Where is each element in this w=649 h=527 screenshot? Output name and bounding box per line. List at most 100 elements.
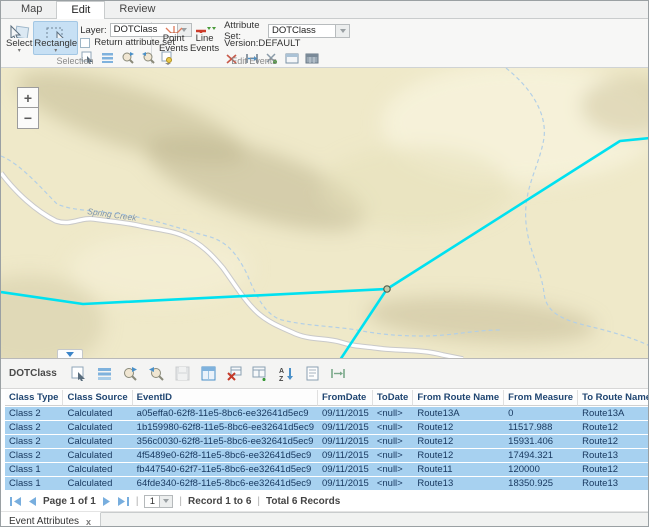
table-cell[interactable]: 09/11/2015 bbox=[318, 463, 373, 476]
table-row[interactable]: Class 2Calculateda05effa0-62f8-11e5-8bc6… bbox=[5, 407, 649, 420]
show-selected-icon[interactable] bbox=[96, 365, 113, 382]
column-header[interactable]: FromDate bbox=[318, 390, 373, 406]
table-cell[interactable]: Route12 bbox=[578, 435, 649, 448]
table-cell[interactable]: Class 2 bbox=[5, 407, 63, 420]
table-cell[interactable]: 356c0030-62f8-11e5-8bc6-ee32641d5ec9 bbox=[133, 435, 318, 448]
table-cell[interactable]: 15931.406 bbox=[504, 435, 578, 448]
table-cell[interactable]: <null> bbox=[373, 477, 414, 490]
table-cell[interactable]: Class 2 bbox=[5, 435, 63, 448]
table-cell[interactable]: Calculated bbox=[63, 463, 132, 476]
zoom-in-button[interactable]: + bbox=[17, 87, 39, 108]
delete-records-icon[interactable] bbox=[226, 365, 243, 382]
table-row[interactable]: Class 2Calculated4f5489e0-62f8-11e5-8bc6… bbox=[5, 449, 649, 462]
table-cell[interactable]: 1b159980-62f8-11e5-8bc6-ee32641d5ec9 bbox=[133, 421, 318, 434]
attribute-set-dropdown-button[interactable] bbox=[336, 24, 350, 38]
page-number-dropdown[interactable] bbox=[160, 495, 173, 508]
table-cell[interactable]: Calculated bbox=[63, 407, 132, 420]
table-cell[interactable]: 18350.925 bbox=[504, 477, 578, 490]
line-events-button[interactable]: Line Events bbox=[189, 21, 220, 55]
open-form-icon[interactable] bbox=[304, 365, 321, 382]
select-icon bbox=[7, 24, 31, 38]
table-cell[interactable]: 09/11/2015 bbox=[318, 435, 373, 448]
table-cell[interactable]: 17494.321 bbox=[504, 449, 578, 462]
table-cell[interactable]: 4f5489e0-62f8-11e5-8bc6-ee32641d5ec9 bbox=[133, 449, 318, 462]
column-header[interactable]: From Measure bbox=[504, 390, 578, 406]
table-cell[interactable]: <null> bbox=[373, 421, 414, 434]
table-cell[interactable]: 120000 bbox=[504, 463, 578, 476]
table-cell[interactable]: Calculated bbox=[63, 421, 132, 434]
column-header[interactable]: To Route Name bbox=[578, 390, 649, 406]
table-cell[interactable]: fb447540-62f7-11e5-8bc6-ee32641d5ec9 bbox=[133, 463, 318, 476]
table-cell[interactable]: <null> bbox=[373, 449, 414, 462]
column-header[interactable]: Class Type bbox=[5, 390, 63, 406]
table-cell[interactable]: Route12 bbox=[413, 449, 504, 462]
table-cell[interactable]: Route11 bbox=[413, 463, 504, 476]
rectangle-dropdown-caret[interactable]: ▾ bbox=[54, 49, 57, 54]
column-header[interactable]: Class Source bbox=[63, 390, 132, 406]
table-toolbar: DOTClass bbox=[1, 359, 648, 389]
zoom-to-selected-icon[interactable] bbox=[122, 365, 139, 382]
last-page-button[interactable] bbox=[117, 496, 130, 507]
sort-records-icon[interactable]: AZ bbox=[278, 365, 295, 382]
table-row[interactable]: Class 1Calculatedfb447540-62f7-11e5-8bc6… bbox=[5, 463, 649, 476]
table-cell[interactable]: 11517.988 bbox=[504, 421, 578, 434]
table-cell[interactable]: 0 bbox=[504, 407, 578, 420]
table-cell[interactable]: Route13A bbox=[413, 407, 504, 420]
table-cell[interactable]: 09/11/2015 bbox=[318, 477, 373, 490]
table-cell[interactable]: Class 2 bbox=[5, 449, 63, 462]
table-cell[interactable]: Route13 bbox=[578, 477, 649, 490]
table-cell[interactable]: <null> bbox=[373, 463, 414, 476]
return-attribute-set-checkbox[interactable] bbox=[80, 38, 90, 48]
table-row[interactable]: Class 1Calculated64fde340-62f8-11e5-8bc6… bbox=[5, 477, 649, 490]
table-row[interactable]: Class 2Calculated1b159980-62f8-11e5-8bc6… bbox=[5, 421, 649, 434]
table-cell[interactable]: Class 1 bbox=[5, 477, 63, 490]
column-header[interactable]: ToDate bbox=[373, 390, 414, 406]
table-cell[interactable]: 09/11/2015 bbox=[318, 407, 373, 420]
save-edits-icon[interactable] bbox=[174, 365, 191, 382]
measure-event-icon[interactable] bbox=[330, 365, 347, 382]
select-button[interactable]: Select ▾ bbox=[5, 21, 33, 55]
table-cell[interactable]: 09/11/2015 bbox=[318, 421, 373, 434]
table-cell[interactable]: Class 2 bbox=[5, 421, 63, 434]
table-cell[interactable]: Route13 bbox=[578, 449, 649, 462]
map-canvas[interactable]: Spring Creek + − bbox=[1, 68, 649, 359]
line-events-icon bbox=[192, 24, 218, 33]
attribute-set-combobox[interactable]: DOTClass bbox=[268, 24, 350, 38]
table-cell[interactable]: 64fde340-62f8-11e5-8bc6-ee32641d5ec9 bbox=[133, 477, 318, 490]
tab-event-attributes[interactable]: Event Attributes x bbox=[1, 512, 101, 527]
select-dropdown-caret[interactable]: ▾ bbox=[18, 49, 21, 54]
tab-edit[interactable]: Edit bbox=[56, 1, 105, 19]
panel-collapse-button[interactable] bbox=[57, 349, 83, 358]
pan-to-selected-icon[interactable] bbox=[148, 365, 165, 382]
previous-page-button[interactable] bbox=[28, 496, 37, 507]
table-cell[interactable]: a05effa0-62f8-11e5-8bc6-ee32641d5ec9 bbox=[133, 407, 318, 420]
table-cell[interactable]: Route12 bbox=[413, 435, 504, 448]
tab-map[interactable]: Map bbox=[7, 1, 56, 18]
table-cell[interactable]: Route13A bbox=[578, 407, 649, 420]
next-page-button[interactable] bbox=[102, 496, 111, 507]
column-header[interactable]: From Route Name bbox=[413, 390, 504, 406]
page-number-spinner[interactable]: 1 bbox=[144, 495, 173, 508]
point-events-button[interactable]: Point Events bbox=[158, 21, 189, 55]
table-cell[interactable]: 09/11/2015 bbox=[318, 449, 373, 462]
zoom-out-button[interactable]: − bbox=[17, 108, 39, 129]
table-cell[interactable]: Route13 bbox=[413, 477, 504, 490]
table-row[interactable]: Class 2Calculated356c0030-62f8-11e5-8bc6… bbox=[5, 435, 649, 448]
first-page-button[interactable] bbox=[9, 496, 22, 507]
close-tab-icon[interactable]: x bbox=[86, 517, 91, 527]
table-cell[interactable]: <null> bbox=[373, 407, 414, 420]
table-cell[interactable]: Calculated bbox=[63, 477, 132, 490]
table-cell[interactable]: Route12 bbox=[413, 421, 504, 434]
table-cell[interactable]: Route12 bbox=[578, 421, 649, 434]
attribute-window-icon[interactable] bbox=[200, 365, 217, 382]
tab-review[interactable]: Review bbox=[105, 1, 169, 18]
column-header[interactable]: EventID bbox=[133, 390, 318, 406]
table-cell[interactable]: Class 1 bbox=[5, 463, 63, 476]
append-records-icon[interactable] bbox=[252, 365, 269, 382]
rectangle-button[interactable]: Rectangle ▾ bbox=[33, 21, 78, 55]
select-records-icon[interactable] bbox=[70, 365, 87, 382]
table-cell[interactable]: Calculated bbox=[63, 449, 132, 462]
table-cell[interactable]: Calculated bbox=[63, 435, 132, 448]
table-cell[interactable]: <null> bbox=[373, 435, 414, 448]
table-cell[interactable]: Route12 bbox=[578, 463, 649, 476]
